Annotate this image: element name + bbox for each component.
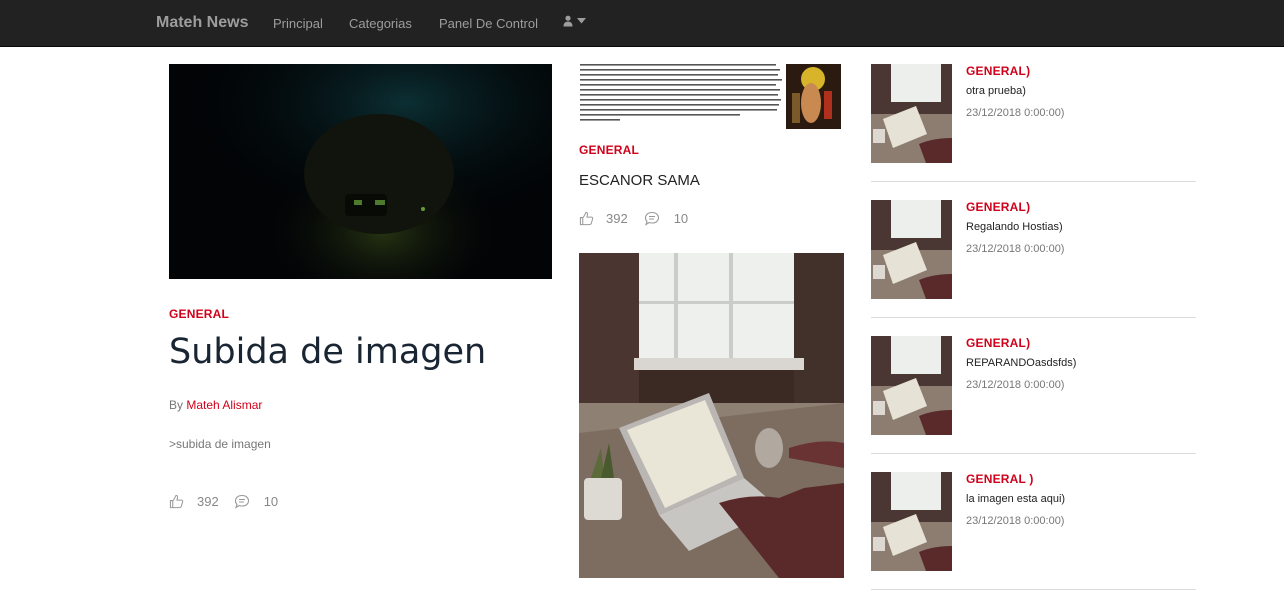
middle-title[interactable]: ESCANOR SAMA bbox=[579, 172, 700, 189]
caret-down-icon bbox=[577, 18, 586, 24]
user-icon bbox=[563, 15, 573, 27]
featured-comment-count: 10 bbox=[263, 494, 279, 509]
brand-link[interactable]: Mateh News bbox=[156, 14, 248, 32]
author-link[interactable]: Mateh Alismar bbox=[186, 398, 262, 412]
sidebar-item-title[interactable]: REPARANDOasdsfds) bbox=[966, 357, 1076, 369]
comment-icon[interactable] bbox=[234, 494, 250, 509]
sidebar-item-date: 23/12/2018 0:00:00) bbox=[966, 243, 1065, 255]
sidebar-item-title[interactable]: otra prueba) bbox=[966, 85, 1026, 97]
featured-category[interactable]: GENERAL bbox=[169, 307, 229, 321]
middle-category[interactable]: GENERAL bbox=[579, 143, 639, 157]
divider bbox=[871, 589, 1196, 590]
byline-prefix: By bbox=[169, 398, 184, 412]
middle-comment-count: 10 bbox=[673, 211, 689, 226]
sidebar-item[interactable]: GENERAL) REPARANDOasdsfds) 23/12/2018 0:… bbox=[871, 336, 1196, 472]
nav-link-panel-de-control[interactable]: Panel De Control bbox=[439, 16, 538, 31]
divider bbox=[871, 181, 1196, 182]
divider bbox=[871, 317, 1196, 318]
sidebar-item-date: 23/12/2018 0:00:00) bbox=[966, 107, 1065, 119]
sidebar-item-category[interactable]: GENERAL ) bbox=[966, 472, 1034, 486]
thumbs-up-icon[interactable] bbox=[169, 494, 184, 509]
sidebar-item-date: 23/12/2018 0:00:00) bbox=[966, 515, 1065, 527]
sidebar-thumbnail[interactable] bbox=[871, 200, 952, 299]
sidebar-item-category[interactable]: GENERAL) bbox=[966, 200, 1030, 214]
divider bbox=[871, 453, 1196, 454]
nav-link-categorias[interactable]: Categorias bbox=[349, 16, 412, 31]
laptop-article-image[interactable] bbox=[579, 253, 844, 578]
sidebar-item-title[interactable]: la imagen esta aqui) bbox=[966, 493, 1065, 505]
user-menu-toggle[interactable] bbox=[563, 15, 586, 27]
nav-link-principal[interactable]: Principal bbox=[273, 16, 323, 31]
thumbs-up-icon[interactable] bbox=[579, 211, 594, 226]
sidebar-item[interactable]: GENERAL) otra prueba) 23/12/2018 0:00:00… bbox=[871, 64, 1196, 200]
sidebar-item-date: 23/12/2018 0:00:00) bbox=[966, 379, 1065, 391]
sidebar-item[interactable]: GENERAL) Regalando Hostias) 23/12/2018 0… bbox=[871, 200, 1196, 336]
sidebar-item-category[interactable]: GENERAL) bbox=[966, 336, 1030, 350]
escanor-image[interactable] bbox=[579, 63, 841, 129]
comment-icon[interactable] bbox=[644, 211, 660, 226]
top-navbar: Mateh News Principal Categorias Panel De… bbox=[0, 0, 1284, 47]
sidebar-item[interactable]: GENERAL ) la imagen esta aqui) 23/12/201… bbox=[871, 472, 1196, 595]
featured-stats: 392 10 bbox=[169, 494, 278, 509]
sidebar-item-category[interactable]: GENERAL) bbox=[966, 64, 1030, 78]
middle-like-count: 392 bbox=[606, 211, 628, 226]
featured-title[interactable]: Subida de imagen bbox=[169, 332, 486, 372]
sidebar-thumbnail[interactable] bbox=[871, 336, 952, 435]
featured-image[interactable] bbox=[169, 64, 552, 279]
middle-stats: 392 10 bbox=[579, 211, 688, 226]
featured-like-count: 392 bbox=[197, 494, 219, 509]
sidebar-thumbnail[interactable] bbox=[871, 64, 952, 163]
featured-byline: By Mateh Alismar bbox=[169, 398, 262, 412]
sidebar-thumbnail[interactable] bbox=[871, 472, 952, 571]
featured-description: >subida de imagen bbox=[169, 437, 271, 451]
sidebar-item-title[interactable]: Regalando Hostias) bbox=[966, 221, 1063, 233]
